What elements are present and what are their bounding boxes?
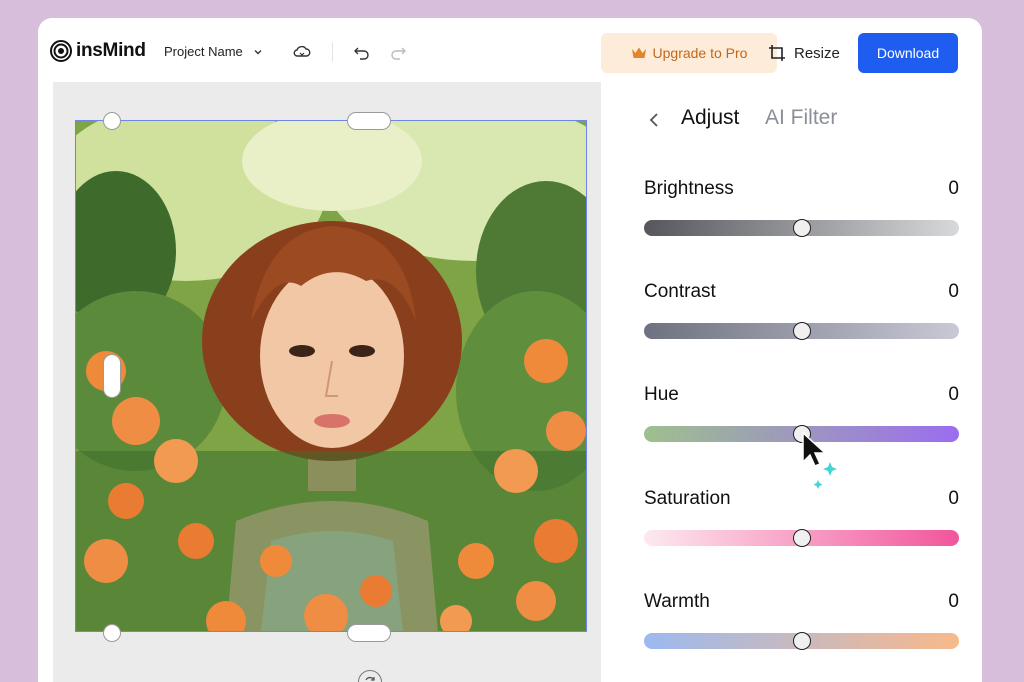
resize-handle-bottom-left[interactable] [103,624,121,642]
app-window: insMind Project Name Upgrade to Pro Resi… [38,18,982,682]
brightness-knob[interactable] [792,219,811,237]
upgrade-button[interactable]: Upgrade to Pro [601,33,777,73]
project-name-dropdown[interactable]: Project Name [164,44,263,59]
hue-track[interactable] [644,425,959,443]
download-label: Download [876,45,940,61]
resize-handle-left[interactable] [103,354,121,398]
project-name: Project Name [164,44,243,59]
tab-ai-filter[interactable]: AI Filter [765,106,837,130]
resize-button[interactable]: Resize [768,33,840,73]
download-button[interactable]: Download [858,33,958,73]
panel-tabs: Adjust AI Filter [601,102,982,138]
hue-knob[interactable] [792,425,811,443]
saturation-track[interactable] [644,529,959,547]
logo-text: insMind [76,40,146,61]
warmth-knob[interactable] [792,632,811,650]
crop-icon [769,45,785,61]
slider-value: 0 [948,591,959,612]
upgrade-label: Upgrade to Pro [652,45,748,61]
resize-handle-bottom[interactable] [347,624,391,642]
resize-handle-top[interactable] [347,112,391,130]
undo-icon[interactable] [352,42,372,62]
portrait-image [76,121,586,631]
slider-label: Saturation [644,488,731,509]
toolbar-divider [332,42,333,62]
redo-icon[interactable] [388,42,408,62]
contrast-knob[interactable] [792,322,811,340]
slider-label: Warmth [644,591,710,612]
slider-value: 0 [948,281,959,302]
chevron-down-icon [254,49,262,54]
rotate-button[interactable] [358,670,382,682]
slider-value: 0 [948,178,959,199]
tab-adjust[interactable]: Adjust [681,106,739,130]
logo-icon [50,40,72,62]
slider-label: Contrast [644,281,716,302]
cloud-sync-icon[interactable] [292,42,312,62]
rotate-icon [365,676,375,681]
logo[interactable]: insMind [50,40,146,62]
slider-label: Hue [644,384,679,405]
slider-label: Brightness [644,178,734,199]
canvas-area [53,82,634,682]
slider-value: 0 [948,384,959,405]
saturation-knob[interactable] [792,529,811,547]
crown-icon [631,47,646,58]
slider-value: 0 [948,488,959,509]
resize-label: Resize [794,44,840,62]
back-chevron-icon[interactable] [645,110,665,130]
brightness-track[interactable] [644,219,959,237]
top-toolbar: insMind Project Name Upgrade to Pro Resi… [38,18,982,84]
selected-image[interactable] [75,120,587,632]
resize-handle-top-left[interactable] [103,112,121,130]
adjust-panel: Adjust AI Filter Brightness 0 Contrast 0… [601,82,982,682]
contrast-track[interactable] [644,322,959,340]
warmth-track[interactable] [644,632,959,650]
